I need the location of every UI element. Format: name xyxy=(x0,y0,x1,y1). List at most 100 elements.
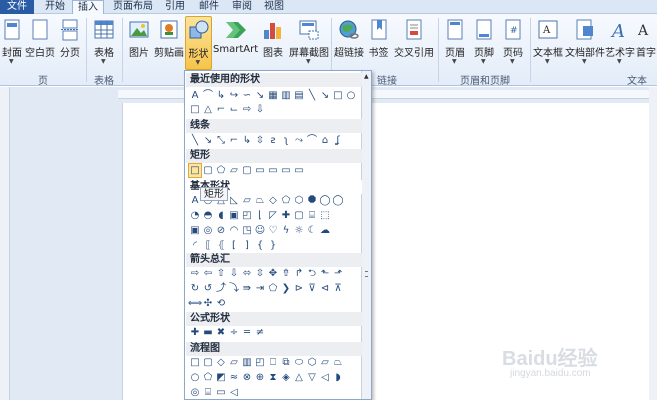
flowchart-stored-data-icon[interactable]: ◁ xyxy=(319,371,331,384)
page-number-button[interactable]: # 页码 ▼ xyxy=(499,16,527,66)
flowchart-delay-icon[interactable]: ◗ xyxy=(332,371,344,384)
flowchart-predefined-icon[interactable]: ▥ xyxy=(241,356,253,369)
arrow-line-icon[interactable]: ↘ xyxy=(254,89,266,102)
teardrop-shape-icon[interactable]: ◖ xyxy=(215,209,227,222)
flowchart-preparation-icon[interactable]: ⬡ xyxy=(306,356,318,369)
textbox-button[interactable]: A 文本框 ▼ xyxy=(532,16,564,66)
flowchart-manual-operation-icon[interactable]: ⏢ xyxy=(332,356,344,369)
text-box-shape-icon[interactable]: A xyxy=(189,89,201,102)
can-shape-icon[interactable]: ⌸ xyxy=(306,209,318,222)
bevel-shape-icon[interactable]: ▣ xyxy=(189,224,201,237)
l-shape-icon[interactable]: ⌊ xyxy=(254,209,266,222)
left-bracket-icon[interactable]: [ xyxy=(228,239,240,252)
tab-view[interactable]: 视图 xyxy=(259,0,289,14)
left-arrow-callout-icon[interactable]: ⊲ xyxy=(319,282,331,295)
rounded-rectangle-icon[interactable]: ▢ xyxy=(202,164,214,177)
trapezoid-shape-icon[interactable]: ⏢ xyxy=(254,194,266,207)
sun-shape-icon[interactable]: ☼ xyxy=(293,224,305,237)
up-down-arrow-icon[interactable]: ⇳ xyxy=(254,267,266,280)
flowchart-multidocument-icon[interactable]: ⧉ xyxy=(280,356,292,369)
quad-arrow-icon[interactable]: ✥ xyxy=(267,267,279,280)
bookmark-button[interactable]: 书签 xyxy=(366,16,391,66)
clipart-button[interactable]: 剪贴画 xyxy=(153,16,185,66)
arc-shape-icon[interactable]: ◜ xyxy=(189,239,201,252)
tab-references[interactable]: 引用 xyxy=(160,0,190,14)
heart-shape-icon[interactable]: ♡ xyxy=(267,224,279,237)
parallelogram-shape-icon[interactable]: ▱ xyxy=(241,194,253,207)
wordart-button[interactable]: A 艺术字 ▼ xyxy=(605,16,635,66)
flowchart-card-icon[interactable]: ◩ xyxy=(215,371,227,384)
striped-right-arrow-icon[interactable]: ⇛ xyxy=(241,282,253,295)
rectangle-shape-icon[interactable]: □ xyxy=(188,163,202,178)
moon-shape-icon[interactable]: ☾ xyxy=(306,224,318,237)
cloud-shape-icon[interactable]: ☁ xyxy=(319,224,331,237)
bent-up-arrow-icon[interactable]: ⬏ xyxy=(332,267,344,280)
scroll-up-icon[interactable]: ▲ xyxy=(364,73,369,80)
left-right-arrow-icon[interactable]: ⬄ xyxy=(241,267,253,280)
up-arrow-callout-icon[interactable]: ⊼ xyxy=(332,282,344,295)
elbow-connector-icon[interactable]: ⌐ xyxy=(215,103,227,116)
flowchart-or-icon[interactable]: ⊕ xyxy=(254,371,266,384)
curve-shape-icon[interactable]: ⌒ xyxy=(202,89,214,102)
snip-rectangle-icon[interactable]: ⬠ xyxy=(215,164,227,177)
tab-start[interactable]: 开始 xyxy=(40,0,70,14)
flowchart-sequential-storage-icon[interactable]: ◎ xyxy=(189,386,201,399)
pentagon-arrow-icon[interactable]: ⬠ xyxy=(267,282,279,295)
hexagon-shape-icon[interactable]: ⬡ xyxy=(293,194,305,207)
u-turn-arrow-icon[interactable]: ⮌ xyxy=(306,267,318,280)
left-right-arrow-callout-icon[interactable]: ⟺ xyxy=(188,297,202,310)
double-bracket-icon[interactable]: ⟦ xyxy=(202,239,214,252)
notched-right-arrow-icon[interactable]: ⇥ xyxy=(254,282,266,295)
left-up-arrow-icon[interactable]: ⬑ xyxy=(319,267,331,280)
curve-shape-icon[interactable]: ∽ xyxy=(241,89,253,102)
cross-shape-icon[interactable]: ✚ xyxy=(280,209,292,222)
cube-shape-icon[interactable]: ⬚ xyxy=(319,209,331,222)
elbow-connector-icon[interactable]: ↳ xyxy=(241,134,253,147)
flowchart-connector-icon[interactable]: ○ xyxy=(189,371,201,384)
rectangle-shape-icon[interactable]: □ xyxy=(332,89,344,102)
lightning-bolt-icon[interactable]: ϟ xyxy=(280,224,292,237)
no-symbol-icon[interactable]: ⊘ xyxy=(215,224,227,237)
half-frame-icon[interactable]: ◰ xyxy=(241,209,253,222)
diamond-shape-icon[interactable]: ◇ xyxy=(267,194,279,207)
freeform-shape-icon[interactable]: ⌂ xyxy=(319,134,331,147)
flowchart-process-icon[interactable]: □ xyxy=(189,356,201,369)
curved-right-arrow-icon[interactable]: ↻ xyxy=(189,282,201,295)
folded-corner-icon[interactable]: ◳ xyxy=(241,224,253,237)
flowchart-internal-storage-icon[interactable]: ◰ xyxy=(254,356,266,369)
chart-button[interactable]: 图表 xyxy=(259,16,287,66)
double-brace-icon[interactable]: ⦃ xyxy=(215,239,227,252)
line-shape-icon[interactable]: ╲ xyxy=(189,134,201,147)
smiley-face-icon[interactable]: ☺ xyxy=(254,224,266,237)
plaque-shape-icon[interactable]: ▢ xyxy=(293,209,305,222)
cross-reference-button[interactable]: 交叉引用 xyxy=(392,16,436,66)
elbow-connector-icon[interactable]: ⇳ xyxy=(254,134,266,147)
right-brace-icon[interactable]: } xyxy=(267,239,279,252)
circular-arrow-icon[interactable]: ⟲ xyxy=(215,297,227,310)
curved-down-arrow-icon[interactable]: ⤵ xyxy=(228,282,240,295)
flowchart-decision-icon[interactable]: ◇ xyxy=(215,356,227,369)
elbow-connector-icon[interactable]: ↳ xyxy=(215,89,227,102)
table-button[interactable]: 表格 ▼ xyxy=(90,16,118,66)
line-shape-icon[interactable]: ╲ xyxy=(306,89,318,102)
round-rectangle-icon[interactable]: ▢ xyxy=(241,164,253,177)
block-arc-icon[interactable]: ◠ xyxy=(228,224,240,237)
curved-up-arrow-icon[interactable]: ⤴ xyxy=(215,282,227,295)
screenshot-button[interactable]: 屏幕截图 ▼ xyxy=(287,16,331,66)
footer-button[interactable]: 页脚 ▼ xyxy=(470,16,498,66)
flowchart-offpage-icon[interactable]: ⬠ xyxy=(202,371,214,384)
picture-shape-icon[interactable]: ▤ xyxy=(293,89,305,102)
curved-left-arrow-icon[interactable]: ↺ xyxy=(202,282,214,295)
right-bracket-icon[interactable]: ] xyxy=(241,239,253,252)
arrow-line-icon[interactable]: ↘ xyxy=(319,89,331,102)
scroll-thumb[interactable] xyxy=(365,271,368,277)
picture-shape-icon[interactable]: ▦ xyxy=(267,89,279,102)
left-brace-icon[interactable]: { xyxy=(254,239,266,252)
triangle-shape-icon[interactable]: △ xyxy=(202,103,214,116)
rectangle-shape-icon[interactable]: ▭ xyxy=(293,164,305,177)
diagonal-stripe-icon[interactable]: ◸ xyxy=(267,209,279,222)
elbow-connector-icon[interactable]: ⌐ xyxy=(228,134,240,147)
right-triangle-icon[interactable]: ◺ xyxy=(228,194,240,207)
rectangle-shape-icon[interactable]: □ xyxy=(189,103,201,116)
down-arrow-icon[interactable]: ⇩ xyxy=(254,103,266,116)
